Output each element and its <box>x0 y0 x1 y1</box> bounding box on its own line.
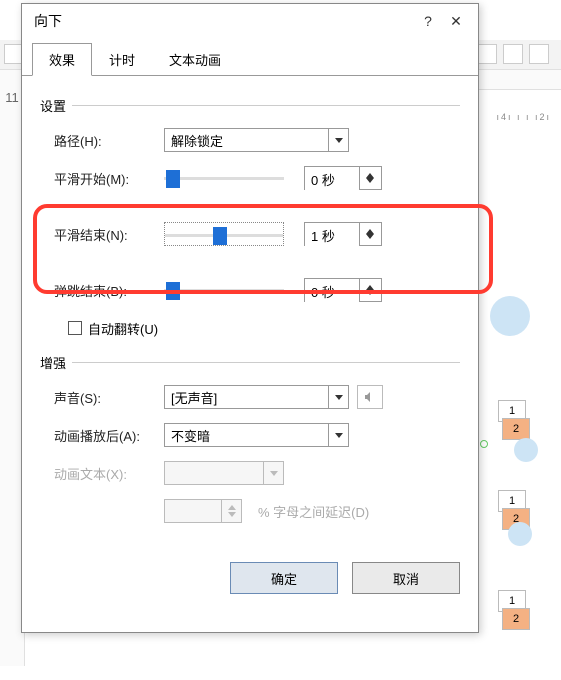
titlebar: 向下 ? ✕ <box>22 4 478 38</box>
smooth-end-value[interactable] <box>305 223 359 247</box>
group-enhance: 增强 <box>40 353 460 372</box>
group-settings: 设置 <box>40 96 460 115</box>
speaker-icon <box>363 390 377 404</box>
tab-timing[interactable]: 计时 <box>92 43 152 76</box>
smooth-start-value[interactable] <box>305 167 359 191</box>
bg-thumbnails: 1 2 1 2 1 2 <box>480 300 550 680</box>
ribbon-icon <box>503 44 523 64</box>
spinner-down-icon[interactable] <box>366 178 374 188</box>
help-button[interactable]: ? <box>414 13 442 29</box>
ok-button[interactable]: 确定 <box>230 562 338 594</box>
bounce-end-value[interactable] <box>305 279 359 303</box>
smooth-end-slider[interactable] <box>164 222 284 246</box>
pin-icon <box>480 440 488 448</box>
path-label: 路径(H): <box>54 131 164 150</box>
group-settings-label: 设置 <box>40 96 66 115</box>
path-combo[interactable]: 解除锁定 <box>164 128 349 152</box>
chevron-down-icon <box>328 424 348 446</box>
path-value: 解除锁定 <box>165 131 328 150</box>
card-label: 2 <box>502 608 530 630</box>
bounce-end-label: 弹跳结束(B): <box>54 281 164 300</box>
sound-combo[interactable]: [无声音] <box>164 385 349 409</box>
auto-reverse-checkbox[interactable]: 自动翻转(U) <box>68 319 158 338</box>
spinner-down-icon[interactable] <box>366 234 374 244</box>
group-enhance-label: 增强 <box>40 353 66 372</box>
sound-preview-button[interactable] <box>357 385 383 409</box>
card-label: 2 <box>502 418 530 440</box>
bg-shape <box>508 522 532 546</box>
spinner-up-icon[interactable] <box>366 224 374 234</box>
bg-shape <box>514 438 538 462</box>
anim-text-label: 动画文本(X): <box>54 464 164 483</box>
after-anim-combo[interactable]: 不变暗 <box>164 423 349 447</box>
tab-strip: 效果 计时 文本动画 <box>22 38 478 76</box>
sound-label: 声音(S): <box>54 388 164 407</box>
chevron-down-icon <box>328 386 348 408</box>
smooth-start-spinner[interactable] <box>304 166 382 190</box>
ribbon-icon <box>477 44 497 64</box>
ribbon-icon <box>529 44 549 64</box>
spinner-up-icon[interactable] <box>366 280 374 290</box>
smooth-end-label: 平滑结束(N): <box>54 225 164 244</box>
chevron-down-icon <box>263 462 283 484</box>
effect-options-dialog: 向下 ? ✕ 效果 计时 文本动画 设置 路径(H): 解除锁定 平滑开始(M)… <box>21 3 479 633</box>
close-button[interactable]: ✕ <box>442 13 470 30</box>
spinner-up-icon[interactable] <box>366 168 374 178</box>
delay-label: % 字母之间延迟(D) <box>258 502 369 521</box>
bounce-end-slider[interactable] <box>164 278 284 302</box>
dialog-footer: 确定 取消 <box>22 550 478 606</box>
dialog-title: 向下 <box>30 11 414 31</box>
after-anim-value: 不变暗 <box>165 426 328 445</box>
anim-text-combo <box>164 461 284 485</box>
smooth-start-slider[interactable] <box>164 166 284 190</box>
bg-shape <box>490 296 530 336</box>
delay-spinner <box>164 499 242 523</box>
after-anim-label: 动画播放后(A): <box>54 426 164 445</box>
dialog-body: 设置 路径(H): 解除锁定 平滑开始(M): 平滑结束(N): <box>22 76 478 550</box>
smooth-start-label: 平滑开始(M): <box>54 169 164 188</box>
ruler-marks: ı4ı ı ı ı2ı <box>496 112 551 122</box>
checkbox-box-icon <box>68 321 82 335</box>
sound-value: [无声音] <box>165 388 328 407</box>
tab-text-animation[interactable]: 文本动画 <box>152 43 238 76</box>
tab-effect[interactable]: 效果 <box>32 43 92 76</box>
smooth-end-spinner[interactable] <box>304 222 382 246</box>
chevron-down-icon <box>328 129 348 151</box>
auto-reverse-label: 自动翻转(U) <box>88 319 158 338</box>
cancel-button[interactable]: 取消 <box>352 562 460 594</box>
bounce-end-spinner[interactable] <box>304 278 382 302</box>
spinner-down-icon[interactable] <box>366 290 374 300</box>
